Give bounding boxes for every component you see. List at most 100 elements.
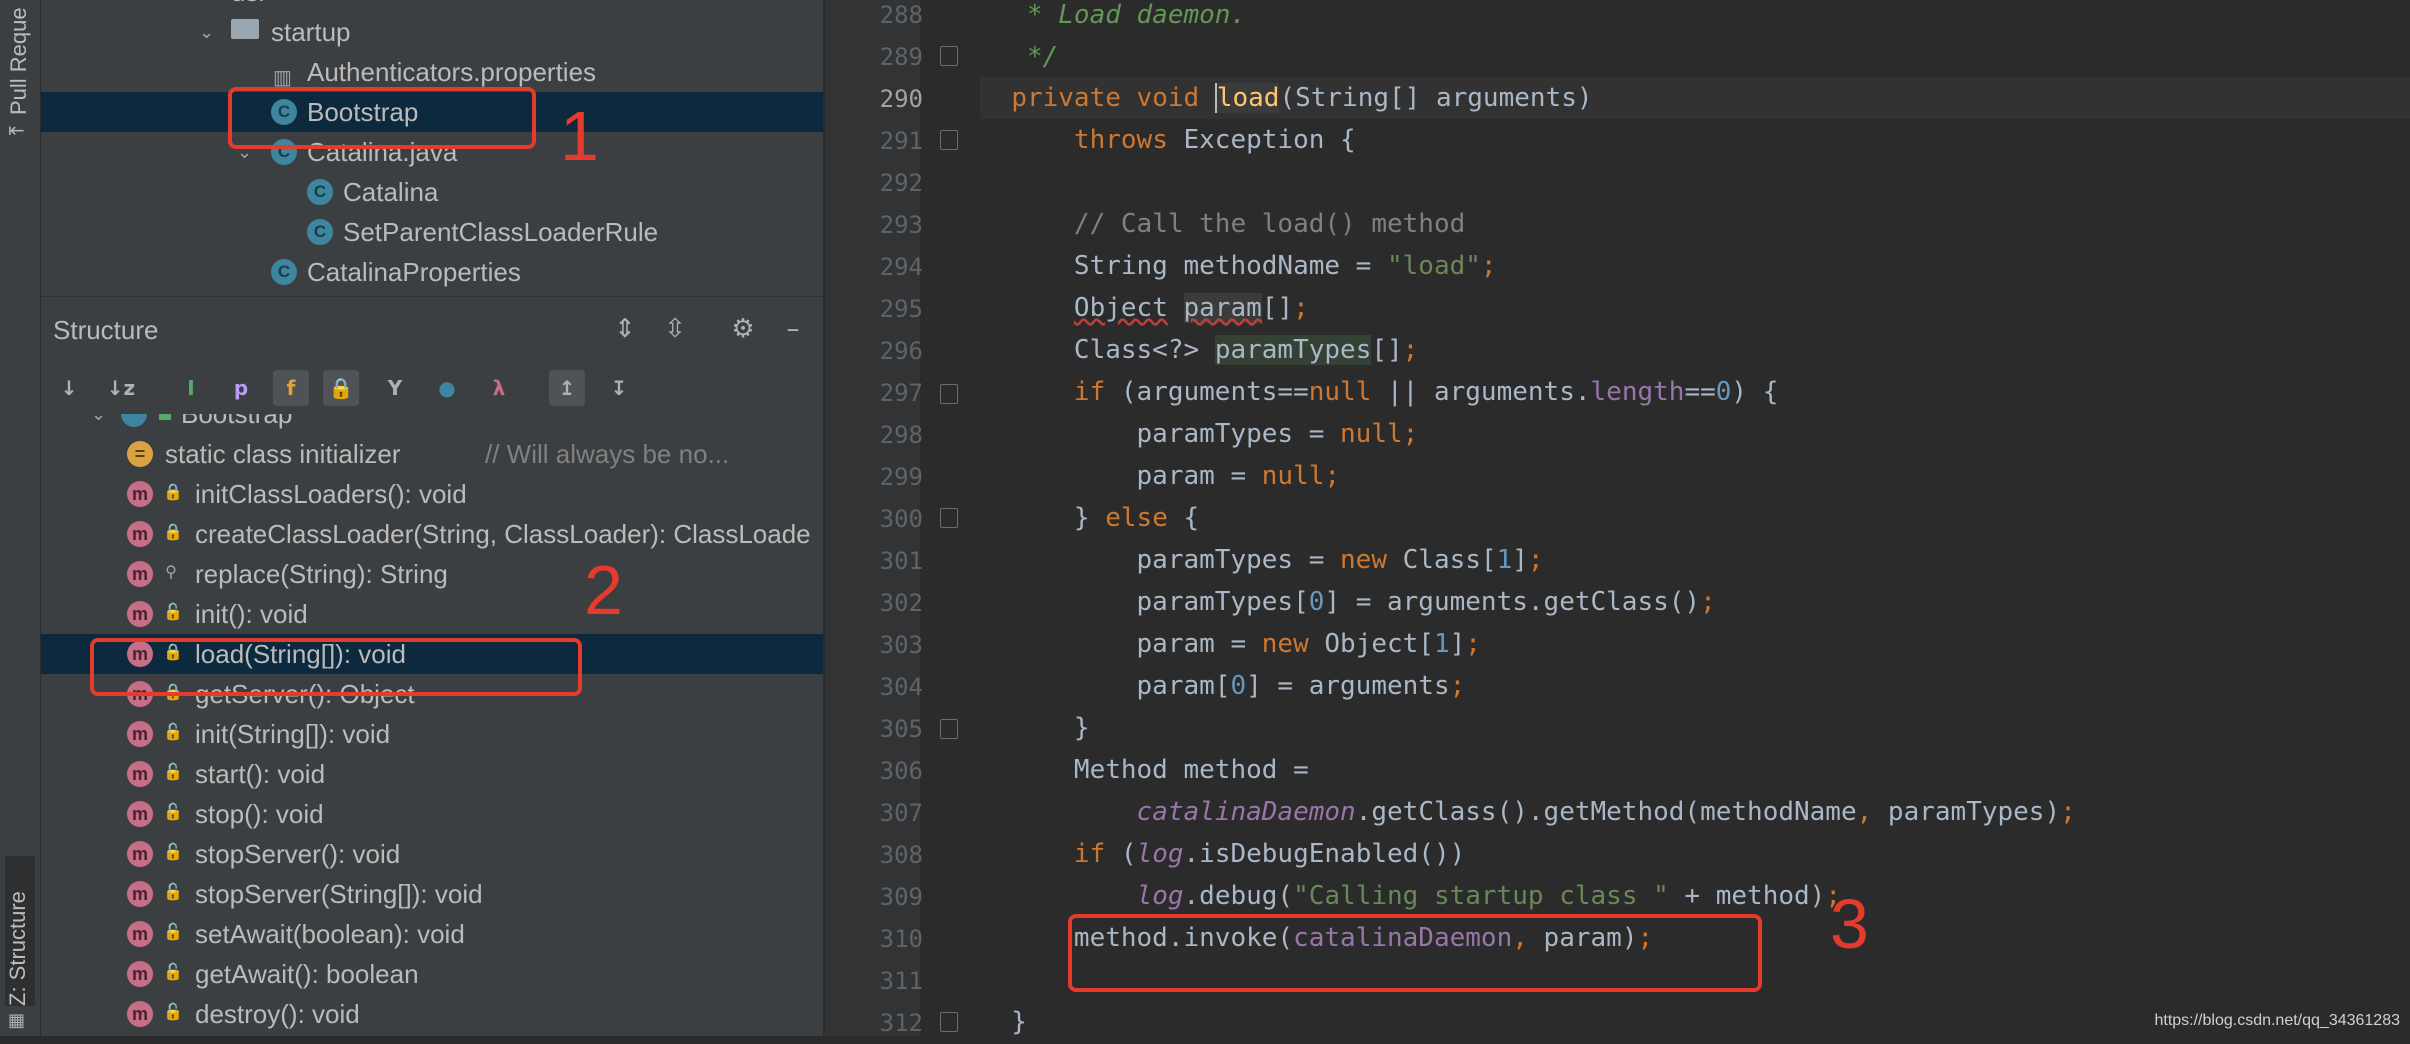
tree-item-catalinaproperties[interactable]: C CatalinaProperties <box>41 252 823 292</box>
tree-item-label: Catalina <box>343 177 439 207</box>
structure-member[interactable]: m ⚲ replace(String): String <box>41 554 823 594</box>
structure-member[interactable]: m 🔒 createClassLoader(String, ClassLoader)… <box>41 514 823 554</box>
tree-item-catalina[interactable]: C Catalina <box>41 172 823 212</box>
code-line: catalinaDaemon.getClass().getMethod(meth… <box>1136 797 2076 827</box>
method-icon: m <box>127 921 153 947</box>
fold-marker-icon[interactable] <box>940 384 958 404</box>
class-icon: C <box>307 219 333 245</box>
structure-member-label: stop(): void <box>195 799 324 829</box>
structure-root[interactable]: ⌄ Bootstrap <box>41 414 823 434</box>
structure-member-label: start(): void <box>195 759 326 789</box>
chevron-down-icon[interactable]: ⌄ <box>199 12 223 52</box>
line-number: 300 <box>879 505 923 533</box>
tree-item-label: CatalinaProperties <box>307 257 521 287</box>
method-icon: m <box>127 961 153 987</box>
line-number: 308 <box>879 841 923 869</box>
line-number: 289 <box>879 43 923 71</box>
public-visibility-icon: 🔓 <box>163 764 183 781</box>
pull-requests-tab[interactable]: Pull Reque <box>6 0 32 115</box>
structure-member[interactable]: m 🔓 init(String[]): void <box>41 714 823 754</box>
expand-all-icon[interactable]: ⇕ <box>609 313 641 345</box>
package-visibility-icon: ⚲ <box>165 564 177 581</box>
public-visibility-icon: 🔓 <box>163 604 183 621</box>
show-properties-icon[interactable]: p <box>223 370 259 406</box>
fold-marker-icon[interactable] <box>940 130 958 150</box>
line-number: 306 <box>879 757 923 785</box>
anonymous-classes-icon[interactable]: ● <box>429 370 465 406</box>
sort-alphabetically-icon[interactable]: ↓z <box>103 370 139 406</box>
structure-member-label: stopServer(): void <box>195 839 401 869</box>
autoscroll-from-source-icon[interactable]: ↧ <box>601 370 637 406</box>
public-visibility-icon: 🔓 <box>163 804 183 821</box>
structure-member[interactable]: m 🔒 initClassLoaders(): void <box>41 474 823 514</box>
fold-marker-icon[interactable] <box>940 719 958 739</box>
code-line: */ <box>980 42 1059 72</box>
code-line: // Call the load() method <box>1073 209 1466 239</box>
hide-panel-icon[interactable]: – <box>777 313 809 345</box>
method-icon: m <box>127 841 153 867</box>
annotation-box-2 <box>90 638 582 696</box>
gear-icon[interactable]: ⚙ <box>727 313 759 345</box>
structure-member[interactable]: m 🔓 stop(): void <box>41 794 823 834</box>
fold-marker-icon[interactable] <box>940 508 958 528</box>
show-lambdas-tree-icon[interactable]: Y <box>377 370 413 406</box>
structure-tab[interactable]: Z: Structure <box>5 856 35 1006</box>
structure-member[interactable]: m 🔓 getAwait(): boolean <box>41 954 823 994</box>
structure-member[interactable]: m 🔓 init(): void <box>41 594 823 634</box>
structure-icon: ▦ <box>8 1010 26 1031</box>
line-number: 307 <box>879 799 923 827</box>
public-visibility-icon: 🔓 <box>163 844 183 861</box>
structure-member-label: replace(String): String <box>195 559 448 589</box>
structure-member-label: init(): void <box>195 599 308 629</box>
code-line: param = null; <box>980 461 1341 491</box>
autoscroll-to-source-icon[interactable]: ↥ <box>549 370 585 406</box>
fold-marker-icon[interactable] <box>940 46 958 66</box>
code-line: paramTypes = null; <box>980 419 1419 449</box>
structure-member[interactable]: m 🔓 stopServer(String[]): void <box>41 874 823 914</box>
public-icon <box>159 414 171 420</box>
tree-item-authenticators[interactable]: ▥ Authenticators.properties <box>41 52 823 92</box>
tree-item-startup[interactable]: ⌄ startup <box>41 12 823 52</box>
lambda-icon[interactable]: λ <box>481 370 517 406</box>
structure-title: Structure <box>53 315 159 345</box>
structure-member[interactable]: m 🔓 stopServer(): void <box>41 834 823 874</box>
line-number: 294 <box>879 253 923 281</box>
structure-member[interactable]: m 🔓 start(): void <box>41 754 823 794</box>
line-number: 292 <box>879 169 923 197</box>
code-line: param[0] = arguments; <box>980 671 1466 701</box>
line-number: 298 <box>879 421 923 449</box>
tree-item-setparentclassloaderrule[interactable]: C SetParentClassLoaderRule <box>41 212 823 252</box>
private-visibility-icon: 🔒 <box>163 484 183 501</box>
sort-by-visibility-icon[interactable]: ↓ <box>51 370 87 406</box>
line-number: 303 <box>879 631 923 659</box>
tree-item-partial[interactable]: usr <box>41 0 823 12</box>
structure-member[interactable]: = static class initializer // Will always … <box>41 434 823 474</box>
structure-member[interactable]: m 🔓 destroy(): void <box>41 994 823 1034</box>
method-icon: m <box>127 521 153 547</box>
code-line: if (arguments==null || arguments.length=… <box>1073 377 1779 407</box>
class-icon <box>121 414 147 427</box>
line-number: 296 <box>879 337 923 365</box>
public-visibility-icon: 🔓 <box>163 924 183 941</box>
class-icon: C <box>307 179 333 205</box>
tree-item-label: Authenticators.properties <box>307 57 597 87</box>
line-number: 293 <box>879 211 923 239</box>
line-number: 288 <box>879 1 923 29</box>
structure-member-hint: // Will always be no... <box>485 439 730 469</box>
watermark: https://blog.csdn.net/qq_34361283 <box>2154 1012 2400 1029</box>
line-number: 302 <box>879 589 923 617</box>
show-inherited-icon[interactable]: I <box>173 370 209 406</box>
show-non-public-icon[interactable]: 🔒 <box>323 370 359 406</box>
code-line: } else { <box>980 503 1200 533</box>
line-number: 301 <box>879 547 923 575</box>
collapse-all-icon[interactable]: ⇳ <box>659 313 691 345</box>
show-fields-icon[interactable]: f <box>273 370 309 406</box>
structure-member-label: getAwait(): boolean <box>195 959 419 989</box>
fold-marker-icon[interactable] <box>940 1012 958 1032</box>
code-line: Object param[]; <box>1073 293 1309 323</box>
annotation-box-1 <box>228 87 536 149</box>
tree-item-label: startup <box>271 17 351 47</box>
structure-member[interactable]: m 🔓 setAwait(boolean): void <box>41 914 823 954</box>
structure-header: Structure ⇕ ⇳ ⚙ – <box>41 296 823 363</box>
